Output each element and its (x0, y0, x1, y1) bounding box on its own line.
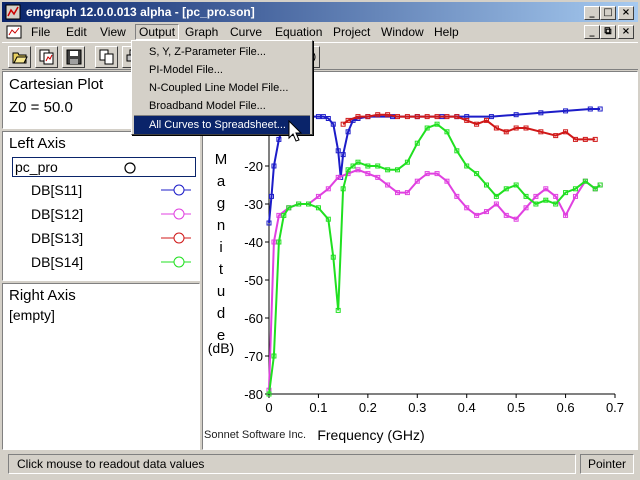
y-axis-label-letter: d (217, 305, 225, 322)
close-button[interactable]: × (618, 6, 634, 20)
open-project-button[interactable] (35, 46, 58, 68)
left-axis-label: Left Axis (9, 135, 66, 152)
menu-output[interactable]: Output (135, 24, 180, 40)
legend-swatch-icon (161, 208, 191, 220)
watermark: Sonnet Software Inc. (204, 429, 306, 441)
title-bar[interactable]: emgraph 12.0.0.013 alpha - [pc_pro.son] … (2, 2, 638, 22)
tick-labels: 00.10.20.30.40.50.60.7-10-20-30-40-50-60… (244, 121, 624, 415)
file-marker-icon (124, 162, 136, 174)
x-tick-label: 0.7 (606, 400, 624, 415)
right-axis-value: [empty] (9, 307, 55, 323)
open-button[interactable] (8, 46, 31, 68)
y-axis-label: Magnitude (215, 151, 228, 344)
menu-file[interactable]: File (28, 24, 53, 40)
mdi-close-button[interactable]: × (618, 25, 634, 39)
menuitem-broadband-model-file[interactable]: Broadband Model File... (134, 97, 310, 115)
document-icon[interactable] (6, 25, 22, 39)
app-window: emgraph 12.0.0.013 alpha - [pc_pro.son] … (0, 0, 640, 480)
y-unit-label: (dB) (208, 340, 234, 356)
y-tick-label: -20 (244, 159, 263, 174)
mdi-restore-button[interactable]: ⧉ (600, 25, 616, 39)
y-tick-label: -70 (244, 349, 263, 364)
curve-item-s13[interactable]: DB[S13] (31, 228, 196, 248)
y-axis-label-letter: t (219, 261, 224, 278)
x-axis-label: Frequency (GHz) (317, 427, 424, 443)
y-axis-label-letter: n (217, 217, 225, 234)
folder-open-icon (12, 52, 28, 64)
z0-label: Z0 = 50.0 (9, 99, 73, 116)
x-tick-label: 0.4 (458, 400, 476, 415)
copy-button[interactable] (95, 46, 118, 68)
y-axis-label-letter: u (217, 283, 225, 300)
y-axis-label-letter: g (217, 195, 225, 212)
copy-icon (99, 49, 114, 65)
curve-name: DB[S12] (31, 206, 84, 222)
toolbar (2, 42, 638, 70)
x-tick-label: 0.1 (309, 400, 327, 415)
menu-project[interactable]: Project (330, 24, 373, 40)
minimize-button[interactable]: _ (584, 6, 600, 20)
floppy-disk-icon (66, 49, 82, 65)
curve-name: DB[S14] (31, 254, 84, 270)
series-line-dbs14 (268, 123, 601, 395)
legend-swatch-icon (161, 184, 191, 196)
y-tick-label: -50 (244, 273, 263, 288)
curve-item-s14[interactable]: DB[S14] (31, 252, 196, 272)
plot-type-label: Cartesian Plot (9, 76, 104, 93)
menuitem-all-curves-spreadsheet[interactable]: All Curves to Spreadsheet... (134, 116, 310, 134)
menu-edit[interactable]: Edit (63, 24, 90, 40)
curve-item-s11[interactable]: DB[S11] (31, 180, 196, 200)
x-tick-label: 0.2 (359, 400, 377, 415)
menu-equation[interactable]: Equation (272, 24, 325, 40)
file-name: pc_pro (15, 159, 58, 175)
status-message: Click mouse to readout data values (8, 454, 576, 474)
y-tick-label: -40 (244, 235, 263, 250)
y-tick-label: -30 (244, 197, 263, 212)
save-button[interactable] (62, 46, 85, 68)
app-icon (5, 4, 21, 20)
y-axis-label-letter: i (219, 239, 222, 256)
curve-name: DB[S11] (31, 182, 83, 198)
output-dropdown-menu: S, Y, Z-Parameter File... PI-Model File.… (131, 40, 313, 135)
menu-curve[interactable]: Curve (227, 24, 265, 40)
legend-swatch-icon (161, 232, 191, 244)
x-tick-label: 0.3 (408, 400, 426, 415)
status-bar: Click mouse to readout data values Point… (2, 452, 638, 476)
curve-name: DB[S13] (31, 230, 84, 246)
series-group (266, 106, 603, 397)
file-entry[interactable]: pc_pro (12, 157, 196, 177)
menuitem-ncoupled-line-file[interactable]: N-Coupled Line Model File... (134, 79, 310, 97)
maximize-button[interactable]: □ (600, 6, 616, 20)
mdi-minimize-button[interactable]: _ (584, 25, 600, 39)
menu-window[interactable]: Window (378, 24, 427, 40)
y-tick-label: -60 (244, 311, 263, 326)
menuitem-pi-model-file[interactable]: PI-Model File... (134, 61, 310, 79)
y-axis-label-letter: a (217, 173, 226, 190)
left-axis-box: Left Axis pc_pro DB[S11] DB[S12] DB[S13]… (2, 131, 200, 281)
status-mode: Pointer (580, 454, 634, 474)
curve-item-s12[interactable]: DB[S12] (31, 204, 196, 224)
mouse-cursor-icon (288, 120, 303, 142)
x-tick-label: 0.5 (507, 400, 525, 415)
menu-graph[interactable]: Graph (182, 24, 221, 40)
menu-view[interactable]: View (97, 24, 129, 40)
y-axis-label-letter: M (215, 151, 228, 168)
legend-swatch-icon (161, 256, 191, 268)
right-axis-box: Right Axis [empty] (2, 283, 200, 450)
right-axis-label: Right Axis (9, 287, 76, 304)
axes (265, 109, 616, 398)
menu-bar: File Edit View Output Graph Curve Equati… (2, 22, 638, 42)
multi-document-icon (39, 49, 54, 65)
menuitem-sparam-file[interactable]: S, Y, Z-Parameter File... (134, 43, 310, 61)
menu-help[interactable]: Help (431, 24, 462, 40)
y-tick-label: -80 (244, 387, 263, 402)
window-title: emgraph 12.0.0.013 alpha - [pc_pro.son] (26, 5, 255, 19)
x-tick-label: 0.6 (557, 400, 575, 415)
x-tick-label: 0 (265, 400, 272, 415)
